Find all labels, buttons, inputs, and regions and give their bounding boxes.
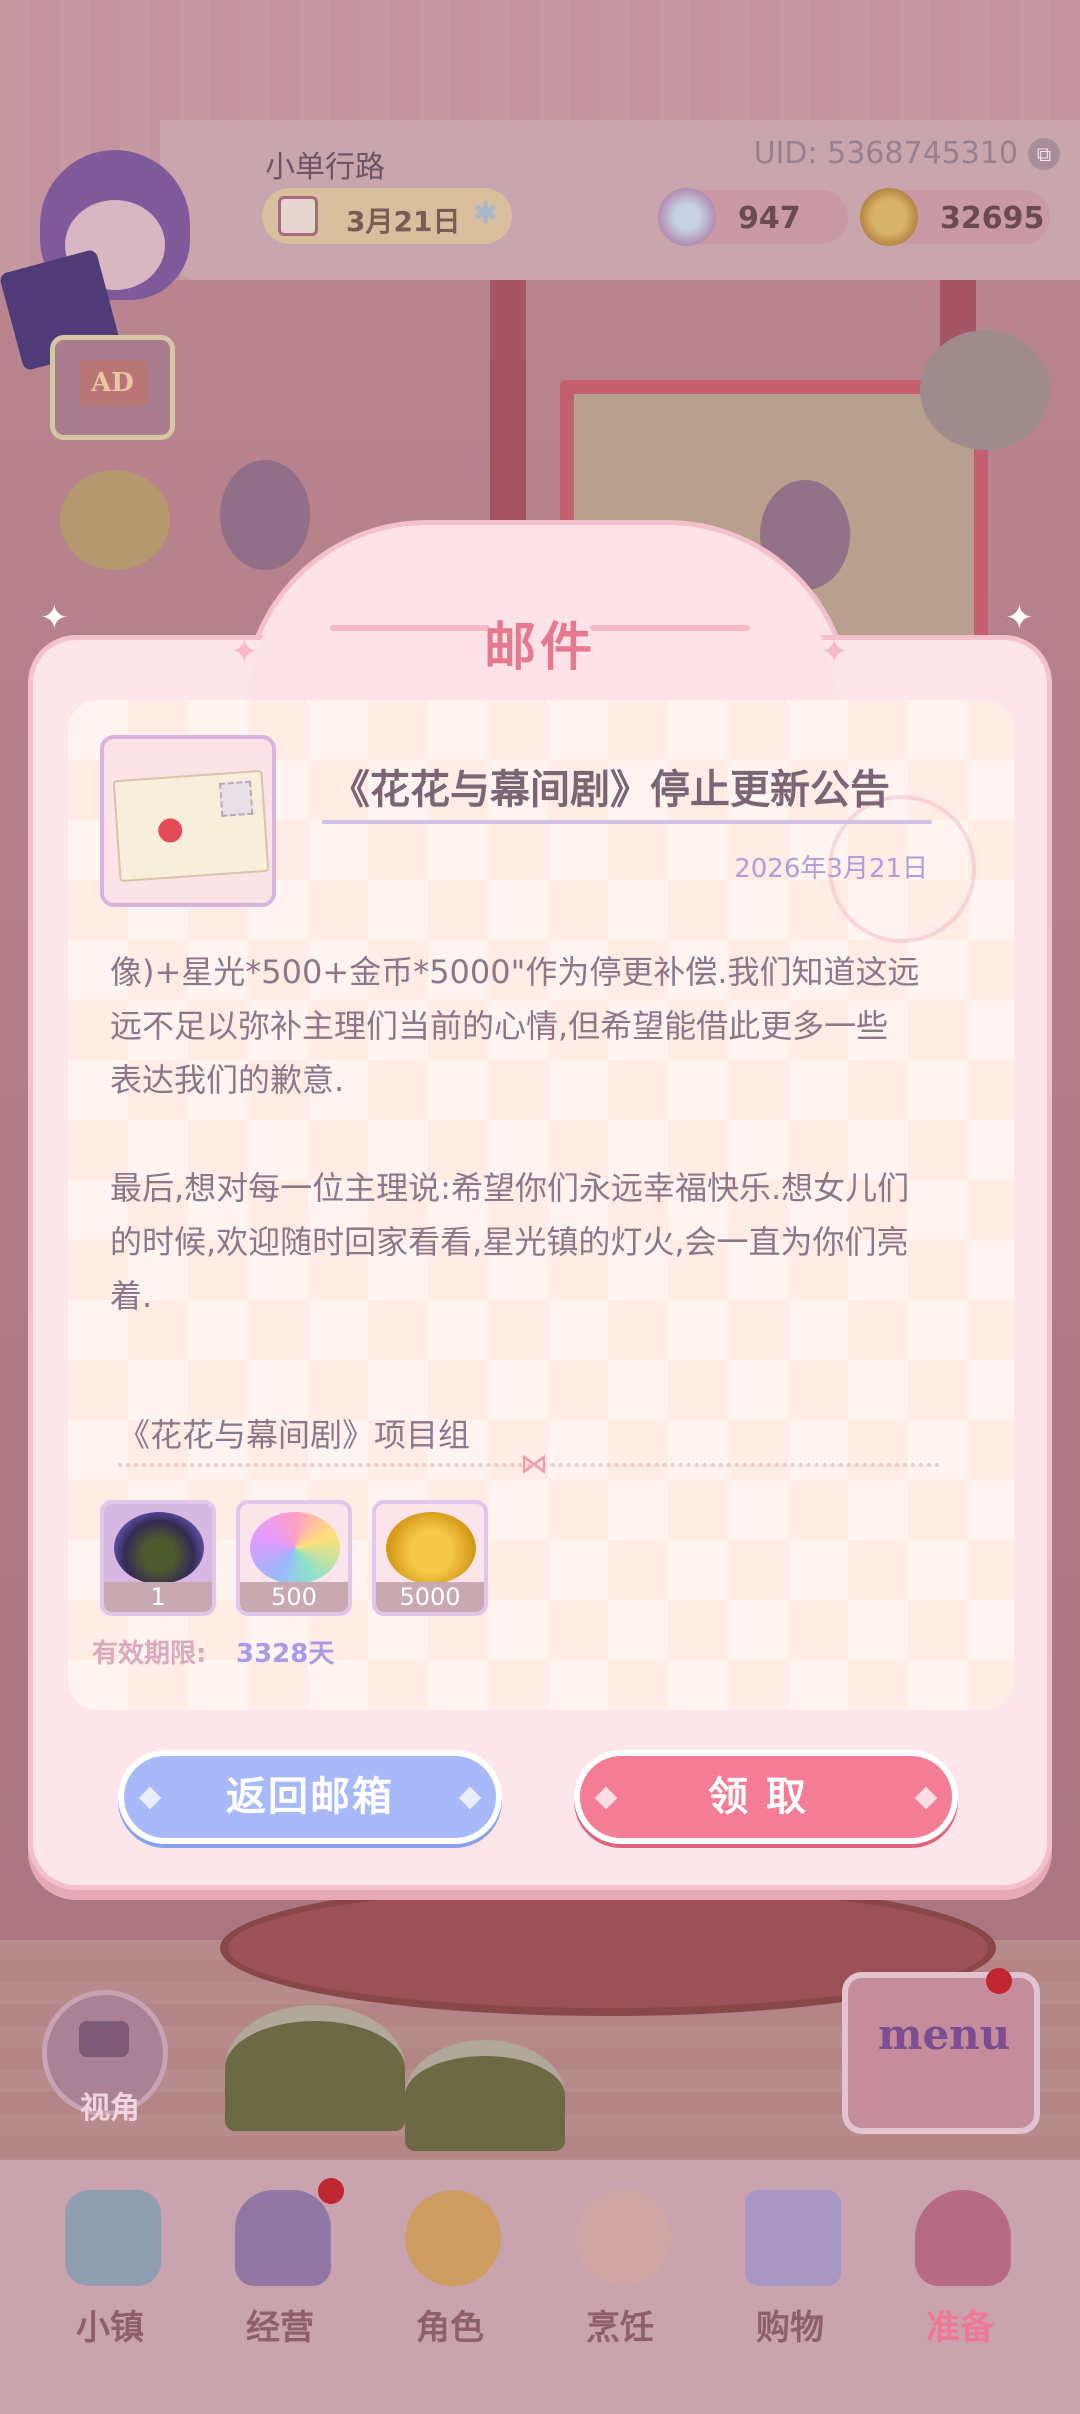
nav-item-shopping[interactable]: 购物 [715, 2190, 865, 2390]
modal-title: 邮件 [483, 618, 596, 678]
reward-item-coins[interactable]: 5000 [372, 1500, 488, 1616]
stars-counter[interactable]: 947 [658, 188, 848, 246]
camera-icon [79, 2021, 129, 2057]
top-hat-icon [235, 2190, 331, 2286]
portrait-frame-icon [220, 460, 310, 570]
nav-label-cooking: 烹饪 [586, 2308, 654, 2348]
stars-value: 947 [738, 201, 801, 236]
body-line: 最后,想对每一位主理说:希望你们永远幸福快乐.想女儿们 [110, 1169, 910, 1207]
menu-label: menu [878, 2010, 1011, 2059]
cat-costume-icon [114, 1512, 204, 1584]
gold-coins-icon [386, 1512, 476, 1584]
heart-seal-icon [157, 817, 184, 844]
back-to-mailbox-button[interactable]: 返回邮箱 [118, 1750, 502, 1844]
date-display[interactable]: 3月21日 ✱ [262, 188, 512, 244]
coins-value: 32695 [940, 201, 1045, 236]
reward-qty: 1 [104, 1582, 212, 1612]
body-line: 远不足以弥补主理们当前的心情,但希望能借此更多一些 [110, 1007, 889, 1045]
nav-label-character: 角色 [416, 2308, 484, 2348]
reward-item-stars[interactable]: 500 [236, 1500, 352, 1616]
diamond-icon [458, 1786, 482, 1810]
star-currency-icon [658, 188, 716, 246]
body-line: 表达我们的歉意. [110, 1061, 345, 1099]
title-underline [322, 820, 932, 824]
mail-title: 《花花与幕间剧》停止更新公告 [330, 767, 890, 813]
calendar-icon [278, 196, 318, 236]
character-icon [405, 2190, 501, 2286]
claim-button[interactable]: 领取 [574, 1750, 958, 1844]
bow-icon: ⋈ [520, 1447, 548, 1480]
claim-button-label: 领取 [708, 1774, 824, 1820]
mail-date: 2026年3月21日 [734, 854, 928, 884]
coin-currency-icon [860, 188, 918, 246]
mail-signature: 《花花与幕间剧》项目组 [118, 1416, 471, 1454]
body-line: 着. [110, 1277, 153, 1315]
reward-qty: 5000 [376, 1582, 484, 1612]
top-hud: 小单行路 UID: 5368745310 ⧉ 3月21日 ✱ 947 32695 [0, 90, 1080, 372]
body-line: 的时候,欢迎随时回家看看,星光镇的灯火,会一直为你们亮 [110, 1223, 909, 1261]
copy-icon[interactable]: ⧉ [1028, 138, 1060, 170]
reward-item-costume[interactable]: 1 [100, 1500, 216, 1616]
stool-right [405, 2040, 565, 2151]
ad-button[interactable]: AD [50, 335, 175, 440]
nav-item-prepare[interactable]: 准备 [885, 2190, 1035, 2390]
expiry-value: 3328天 [236, 1639, 335, 1669]
town-map-icon [65, 2190, 161, 2286]
view-angle-label: 视角 [80, 2091, 140, 2126]
diamond-icon [594, 1786, 618, 1810]
nav-label-shopping: 购物 [756, 2308, 824, 2348]
cat-chat-button[interactable] [920, 330, 1050, 450]
nav-item-cooking[interactable]: 烹饪 [545, 2190, 695, 2390]
nav-item-town[interactable]: 小镇 [35, 2190, 185, 2390]
cake-icon [575, 2190, 671, 2286]
nav-label-prepare: 准备 [926, 2308, 994, 2348]
body-line: 像)+星光*500+金币*5000"作为停更补偿.我们知道这远 [110, 953, 920, 991]
sparkle-icon: ✦ [40, 598, 69, 638]
body-line-blank [110, 1107, 980, 1161]
shopping-bag-icon [745, 2190, 841, 2286]
stamp-icon [219, 780, 254, 817]
coins-counter[interactable]: 32695 [860, 188, 1050, 246]
snowflake-icon: ✱ [472, 196, 498, 231]
diamond-icon [914, 1786, 938, 1810]
sparkle-icon: ✦ [820, 632, 849, 672]
nav-item-manage[interactable]: 经营 [205, 2190, 355, 2390]
envelope-icon [112, 769, 270, 883]
nav-label-manage: 经营 [246, 2308, 314, 2348]
sparkle-icon: ✦ [1005, 598, 1034, 638]
stool-left [225, 2005, 405, 2131]
sparkle-icon: ✦ [230, 632, 259, 672]
menu-notification-dot [986, 1968, 1012, 1994]
expiry-label: 有效期限: [92, 1639, 207, 1669]
date-text: 3月21日 [346, 205, 461, 238]
basket-icon [915, 2190, 1011, 2286]
nav-item-character[interactable]: 角色 [375, 2190, 525, 2390]
mail-thumbnail [100, 735, 276, 907]
ad-label: AD [78, 360, 147, 406]
player-name: 小单行路 [265, 150, 385, 185]
player-avatar[interactable] [0, 130, 230, 372]
nav-label-town: 小镇 [76, 2308, 144, 2348]
rainbow-star-icon [250, 1512, 340, 1584]
mail-body[interactable]: 像)+星光*500+金币*5000"作为停更补偿.我们知道这远 远不足以弥补主理… [110, 945, 980, 1323]
star-plush-icon [60, 470, 170, 570]
player-uid: UID: 5368745310 [753, 136, 1018, 171]
diamond-icon [138, 1786, 162, 1810]
back-button-label: 返回邮箱 [226, 1774, 394, 1820]
reward-qty: 500 [240, 1582, 348, 1612]
